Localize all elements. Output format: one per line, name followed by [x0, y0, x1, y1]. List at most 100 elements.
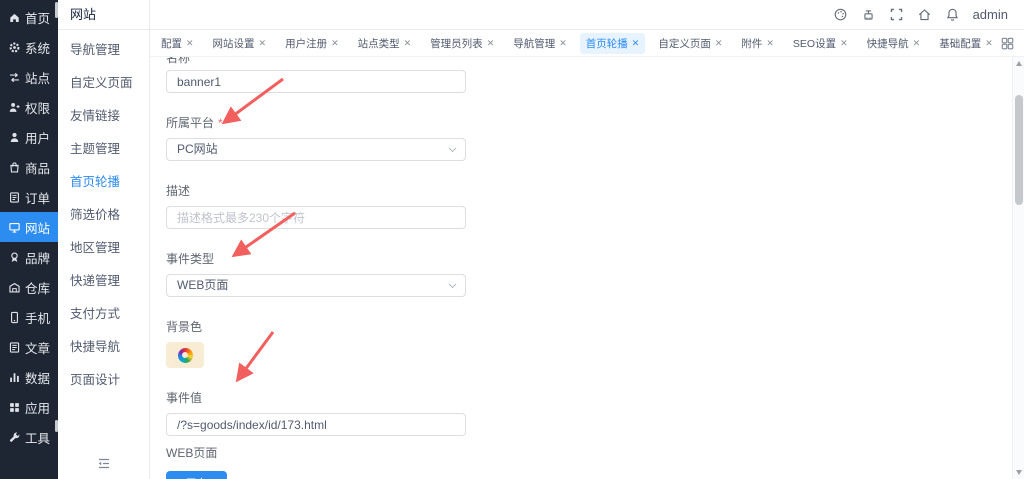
tab-close-icon[interactable]: ✕ [331, 38, 339, 48]
tab-close-icon[interactable]: ✕ [766, 38, 774, 48]
tab-close-icon[interactable]: ✕ [913, 38, 921, 48]
event-type-select-value: WEB页面 [177, 278, 229, 292]
name-input[interactable] [166, 70, 466, 93]
tab-5[interactable]: 管理员列表 ✕ [424, 33, 500, 54]
order-icon [8, 191, 21, 204]
sidebar-item-data[interactable]: 数据 [0, 362, 58, 392]
tab-7[interactable]: 首页轮播 ✕ [579, 32, 646, 54]
main-sidebar: 首页系统站点 权限 用户 商品 订单网站品牌仓库手机文章数据应用工具 [0, 0, 58, 479]
tab-close-icon[interactable]: ✕ [186, 38, 194, 48]
home-icon[interactable] [917, 7, 932, 22]
tab-label: 基础配置 [939, 37, 982, 50]
sidebar-item-brand[interactable]: 品牌 [0, 242, 58, 272]
user-menu[interactable]: admin [973, 7, 1008, 22]
event-type-field-label: 事件类型 [166, 252, 215, 266]
tabs: 配置 ✕ 网站设置 ✕ 用户注册 ✕ 站点类型 ✕ 管理员列表 ✕ 导航管理 ✕ 首页轮播 ✕ 自定义页面 ✕… [155, 32, 995, 54]
chevron-down-icon [448, 283, 457, 289]
bg-color-picker[interactable] [166, 342, 204, 368]
article-icon [8, 341, 21, 354]
save-button[interactable]: 保存 [166, 471, 227, 479]
tab-close-icon[interactable]: ✕ [840, 38, 848, 48]
app: { "topbar": { "username": "admin", "icon… [0, 0, 1024, 479]
description-input[interactable] [166, 206, 466, 229]
tab-4[interactable]: 站点类型 ✕ [352, 33, 418, 54]
sidebar-item-label: 手机 [25, 311, 51, 326]
sidebar-scroll-thumb[interactable] [55, 2, 58, 18]
submenu-item-7[interactable]: 地区管理 [58, 232, 149, 265]
tab-6[interactable]: 导航管理 ✕ [507, 33, 573, 54]
data-icon [8, 371, 21, 384]
sidebar-item-tools[interactable]: 工具 [0, 422, 58, 452]
tab-close-icon[interactable]: ✕ [559, 38, 567, 48]
sidebar-item-gear[interactable]: 系统 [0, 32, 58, 62]
submenu-item-3[interactable]: 友情链接 [58, 100, 149, 133]
sidebar-item-home[interactable]: 首页 [0, 2, 58, 32]
tab-label: SEO设置 [792, 37, 837, 50]
goods-icon [8, 161, 21, 174]
tab-11[interactable]: 快捷导航 ✕ [861, 33, 927, 54]
sidebar-item-user[interactable]: 用户 [0, 122, 58, 152]
tab-2[interactable]: 网站设置 ✕ [207, 33, 273, 54]
sidebar-item-label: 仓库 [25, 281, 51, 296]
submenu-item-9[interactable]: 支付方式 [58, 298, 149, 331]
event-type-field: 事件类型 WEB页面 [166, 250, 466, 297]
vertical-scrollbar[interactable] [1012, 57, 1024, 479]
platform-select-value: PC网站 [177, 142, 218, 156]
submenu-item-2[interactable]: 自定义页面 [58, 67, 149, 100]
palette-icon[interactable] [833, 7, 848, 22]
sidebar-item-swap[interactable]: 站点 [0, 62, 58, 92]
tab-close-icon[interactable]: ✕ [487, 38, 495, 48]
sidebar-item-website[interactable]: 网站 [0, 212, 58, 242]
sidebar-item-article[interactable]: 文章 [0, 332, 58, 362]
collapse-menu-icon[interactable] [95, 455, 112, 472]
sidebar-item-label: 应用 [25, 401, 51, 416]
platform-select[interactable]: PC网站 [166, 138, 466, 161]
submenu-item-5[interactable]: 首页轮播 [58, 166, 149, 199]
sidebar-item-warehouse[interactable]: 仓库 [0, 272, 58, 302]
submenu-item-6[interactable]: 筛选价格 [58, 199, 149, 232]
tab-close-icon[interactable]: ✕ [632, 38, 640, 48]
sidebar-item-user-lock[interactable]: 权限 [0, 92, 58, 122]
swap-icon [8, 71, 21, 84]
submenu-item-10[interactable]: 快捷导航 [58, 331, 149, 364]
submenu-item-4[interactable]: 主题管理 [58, 133, 149, 166]
event-value-field-label: 事件值 [166, 391, 203, 405]
sidebar-item-apps[interactable]: 应用 [0, 392, 58, 422]
sidebar-item-goods[interactable]: 商品 [0, 152, 58, 182]
submenu-item-11[interactable]: 页面设计 [58, 364, 149, 397]
sidebar-item-label: 工具 [25, 431, 51, 446]
submenu-item-8[interactable]: 快递管理 [58, 265, 149, 298]
scrollbar-thumb[interactable] [1015, 95, 1023, 205]
scroll-up-arrow[interactable] [1015, 61, 1022, 66]
sidebar-item-label: 数据 [25, 371, 51, 386]
tab-3[interactable]: 用户注册 ✕ [279, 33, 345, 54]
fullscreen-icon[interactable] [889, 7, 904, 22]
sidebar-item-label: 网站 [25, 221, 51, 236]
phone-icon [8, 311, 21, 324]
sidebar-item-label: 系统 [25, 41, 51, 56]
scroll-down-arrow[interactable] [1015, 470, 1022, 475]
submenu-item-1[interactable]: 导航管理 [58, 34, 149, 67]
tab-9[interactable]: 附件 ✕ [735, 33, 780, 54]
sidebar-item-phone[interactable]: 手机 [0, 302, 58, 332]
tab-close-icon[interactable]: ✕ [259, 38, 267, 48]
tab-list-menu-icon[interactable] [1000, 36, 1015, 51]
tab-8[interactable]: 自定义页面 ✕ [652, 33, 728, 54]
tab-close-icon[interactable]: ✕ [985, 38, 993, 48]
tab-12[interactable]: 基础配置 ✕ [933, 33, 995, 54]
tabbar: 配置 ✕ 网站设置 ✕ 用户注册 ✕ 站点类型 ✕ 管理员列表 ✕ 导航管理 ✕ 首页轮播 ✕ 自定义页面 ✕… [150, 30, 1024, 57]
tab-label: 网站设置 [212, 37, 255, 50]
tab-close-icon[interactable]: ✕ [715, 38, 723, 48]
sidebar-scroll-thumb[interactable] [55, 420, 58, 432]
tab-1[interactable]: 配置 ✕ [155, 33, 200, 54]
event-value-input[interactable] [166, 413, 466, 436]
user-icon [8, 131, 21, 144]
clear-cache-icon[interactable] [861, 7, 876, 22]
tab-10[interactable]: SEO设置 ✕ [787, 33, 854, 54]
sidebar-item-order[interactable]: 订单 [0, 182, 58, 212]
chevron-down-icon [448, 147, 457, 153]
notification-icon[interactable] [945, 7, 960, 22]
tab-close-icon[interactable]: ✕ [404, 38, 412, 48]
event-type-select[interactable]: WEB页面 [166, 274, 466, 297]
bg-color-field-label: 背景色 [166, 320, 203, 334]
